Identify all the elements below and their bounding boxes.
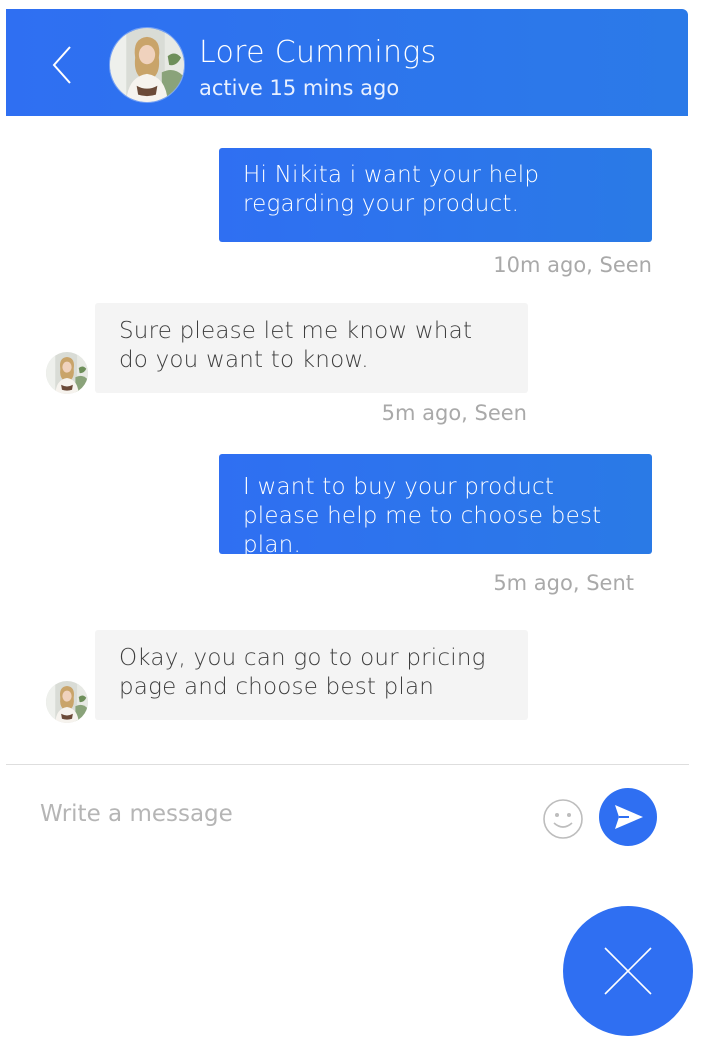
send-button[interactable]: [599, 788, 657, 846]
message-meta: 10m ago, Seen: [493, 253, 652, 277]
contact-name: Lore Cummings: [199, 35, 437, 70]
contact-status: active 15 mins ago: [199, 76, 400, 100]
message-input[interactable]: [40, 793, 520, 835]
message-bubble-incoming: Sure please let me know what do you want…: [95, 303, 528, 393]
back-button[interactable]: [44, 45, 84, 85]
close-icon: [604, 947, 652, 995]
close-chat-button[interactable]: [563, 906, 693, 1036]
emoji-button[interactable]: [542, 798, 584, 840]
contact-avatar[interactable]: [109, 27, 185, 103]
sender-avatar: [46, 352, 88, 394]
sender-avatar: [46, 681, 88, 723]
chat-header: Lore Cummings active 15 mins ago: [6, 9, 688, 116]
smiley-icon: [543, 799, 583, 839]
message-meta: 5m ago, Sent: [493, 571, 634, 595]
message-bubble-outgoing: Hi Nikita i want your help regarding you…: [219, 148, 652, 242]
paper-plane-icon: [615, 805, 643, 829]
message-bubble-incoming: Okay, you can go to our pricing page and…: [95, 630, 528, 720]
composer-divider: [6, 764, 689, 765]
chevron-left-icon: [52, 46, 71, 84]
message-bubble-outgoing: I want to buy your product please help m…: [219, 454, 652, 558]
message-meta: 5m ago, Seen: [381, 401, 527, 425]
